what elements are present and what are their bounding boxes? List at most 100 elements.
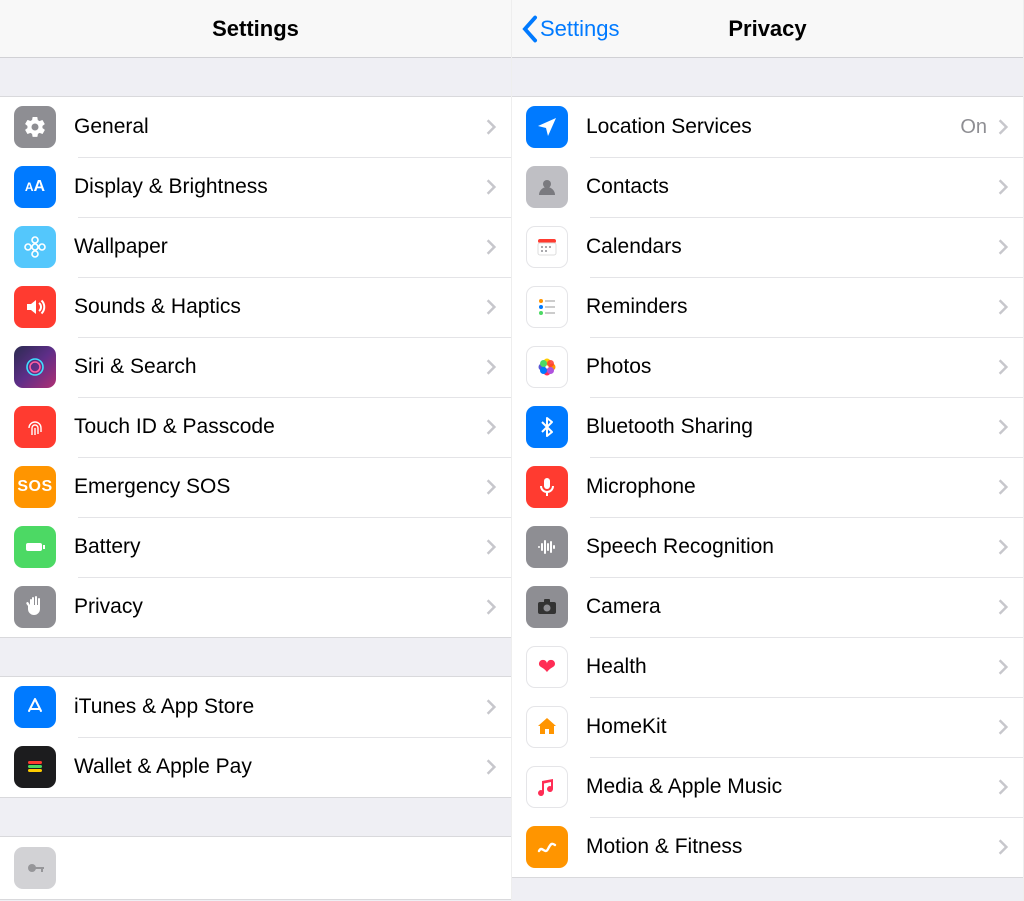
row-label: Photos bbox=[586, 355, 997, 379]
chevron-right-icon bbox=[997, 298, 1009, 316]
chevron-right-icon bbox=[485, 238, 497, 256]
gear-icon bbox=[14, 106, 56, 148]
battery-icon bbox=[14, 526, 56, 568]
chevron-right-icon bbox=[997, 658, 1009, 676]
chevron-right-icon bbox=[485, 358, 497, 376]
row-value: On bbox=[960, 116, 987, 139]
camera-icon bbox=[526, 586, 568, 628]
navbar: Settings Privacy bbox=[512, 0, 1023, 58]
bluetooth-icon bbox=[526, 406, 568, 448]
row-homekit[interactable]: HomeKit bbox=[512, 697, 1023, 757]
row-label: Location Services bbox=[586, 115, 960, 139]
row-label: Privacy bbox=[74, 595, 485, 619]
row-label: Speech Recognition bbox=[586, 535, 997, 559]
sos-icon: SOS bbox=[14, 466, 56, 508]
row-photos[interactable]: Photos bbox=[512, 337, 1023, 397]
heart-icon: ❤ bbox=[526, 646, 568, 688]
chevron-right-icon bbox=[485, 598, 497, 616]
hand-icon bbox=[14, 586, 56, 628]
navbar: Settings bbox=[0, 0, 511, 58]
row-calendars[interactable]: Calendars bbox=[512, 217, 1023, 277]
row-camera[interactable]: Camera bbox=[512, 577, 1023, 637]
row-emergency-sos[interactable]: SOS Emergency SOS bbox=[0, 457, 511, 517]
chevron-right-icon bbox=[485, 758, 497, 776]
row-health[interactable]: ❤ Health bbox=[512, 637, 1023, 697]
reminders-icon bbox=[526, 286, 568, 328]
row-microphone[interactable]: Microphone bbox=[512, 457, 1023, 517]
privacy-screen: Settings Privacy Location Services On Co… bbox=[512, 0, 1024, 901]
row-label: Wallet & Apple Pay bbox=[74, 755, 485, 779]
row-general[interactable]: General bbox=[0, 97, 511, 157]
row-label: Calendars bbox=[586, 235, 997, 259]
siri-icon bbox=[14, 346, 56, 388]
row-reminders[interactable]: Reminders bbox=[512, 277, 1023, 337]
privacy-content: Location Services On Contacts Calendars bbox=[512, 58, 1023, 901]
row-wallpaper[interactable]: Wallpaper bbox=[0, 217, 511, 277]
wallet-icon bbox=[14, 746, 56, 788]
appstore-icon bbox=[14, 686, 56, 728]
row-wallet-applepay[interactable]: Wallet & Apple Pay bbox=[0, 737, 511, 797]
back-button[interactable]: Settings bbox=[522, 15, 620, 43]
photos-icon bbox=[526, 346, 568, 388]
row-motion-fitness[interactable]: Motion & Fitness bbox=[512, 817, 1023, 877]
chevron-right-icon bbox=[997, 118, 1009, 136]
row-media-apple-music[interactable]: Media & Apple Music bbox=[512, 757, 1023, 817]
flower-icon bbox=[14, 226, 56, 268]
row-location-services[interactable]: Location Services On bbox=[512, 97, 1023, 157]
chevron-right-icon bbox=[485, 298, 497, 316]
privacy-section: Location Services On Contacts Calendars bbox=[512, 96, 1023, 878]
row-label: Reminders bbox=[586, 295, 997, 319]
row-battery[interactable]: Battery bbox=[0, 517, 511, 577]
settings-section-truncated bbox=[0, 836, 511, 900]
chevron-right-icon bbox=[485, 118, 497, 136]
row-touchid-passcode[interactable]: Touch ID & Passcode bbox=[0, 397, 511, 457]
row-label: Health bbox=[586, 655, 997, 679]
settings-section-store-wallet: iTunes & App Store Wallet & Apple Pay bbox=[0, 676, 511, 798]
row-label: Display & Brightness bbox=[74, 175, 485, 199]
row-label: HomeKit bbox=[586, 715, 997, 739]
row-sounds-haptics[interactable]: Sounds & Haptics bbox=[0, 277, 511, 337]
chevron-right-icon bbox=[997, 538, 1009, 556]
row-label: Siri & Search bbox=[74, 355, 485, 379]
calendar-icon bbox=[526, 226, 568, 268]
chevron-right-icon bbox=[485, 478, 497, 496]
row-label: Contacts bbox=[586, 175, 997, 199]
chevron-right-icon bbox=[997, 478, 1009, 496]
row-label: General bbox=[74, 115, 485, 139]
chevron-right-icon bbox=[485, 418, 497, 436]
row-itunes-appstore[interactable]: iTunes & App Store bbox=[0, 677, 511, 737]
waveform-icon bbox=[526, 526, 568, 568]
chevron-right-icon bbox=[997, 718, 1009, 736]
row-contacts[interactable]: Contacts bbox=[512, 157, 1023, 217]
row-siri-search[interactable]: Siri & Search bbox=[0, 337, 511, 397]
row-privacy[interactable]: Privacy bbox=[0, 577, 511, 637]
speaker-icon bbox=[14, 286, 56, 328]
settings-section-main: General AA Display & Brightness Wallpape… bbox=[0, 96, 511, 638]
music-note-icon bbox=[526, 766, 568, 808]
row-speech-recognition[interactable]: Speech Recognition bbox=[512, 517, 1023, 577]
location-arrow-icon bbox=[526, 106, 568, 148]
chevron-right-icon bbox=[485, 538, 497, 556]
nav-title: Privacy bbox=[728, 16, 806, 42]
row-display-brightness[interactable]: AA Display & Brightness bbox=[0, 157, 511, 217]
passwords-icon bbox=[14, 847, 56, 889]
row-label: iTunes & App Store bbox=[74, 695, 485, 719]
chevron-right-icon bbox=[997, 598, 1009, 616]
nav-title: Settings bbox=[212, 16, 299, 42]
chevron-right-icon bbox=[997, 358, 1009, 376]
text-size-icon: AA bbox=[14, 166, 56, 208]
row-label: Emergency SOS bbox=[74, 475, 485, 499]
chevron-right-icon bbox=[997, 238, 1009, 256]
row-bluetooth-sharing[interactable]: Bluetooth Sharing bbox=[512, 397, 1023, 457]
chevron-right-icon bbox=[997, 838, 1009, 856]
home-icon bbox=[526, 706, 568, 748]
row-label: Battery bbox=[74, 535, 485, 559]
chevron-right-icon bbox=[485, 178, 497, 196]
settings-content: General AA Display & Brightness Wallpape… bbox=[0, 58, 511, 901]
row-label: Motion & Fitness bbox=[586, 835, 997, 859]
fingerprint-icon bbox=[14, 406, 56, 448]
row-label: Media & Apple Music bbox=[586, 775, 997, 799]
back-label: Settings bbox=[540, 16, 620, 42]
chevron-left-icon bbox=[522, 15, 538, 43]
motion-icon bbox=[526, 826, 568, 868]
